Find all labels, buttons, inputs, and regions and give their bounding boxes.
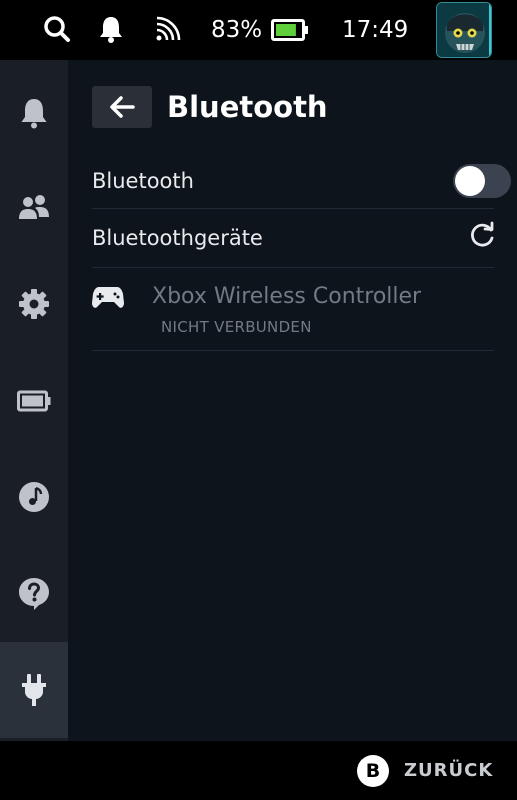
- wifi-icon[interactable]: [152, 14, 182, 44]
- help-icon: [19, 578, 49, 610]
- page-title: Bluetooth: [167, 90, 328, 124]
- arrow-left-icon: [110, 96, 135, 118]
- sidebar-item-battery[interactable]: [0, 353, 68, 449]
- sidebar-item-power[interactable]: [0, 642, 68, 738]
- sidebar-item-friends[interactable]: [0, 160, 68, 256]
- back-label[interactable]: ZURÜCK: [404, 759, 493, 783]
- bluetooth-devices-row: Bluetoothgeräte: [92, 209, 494, 268]
- sidebar-item-help[interactable]: [0, 545, 68, 641]
- clock: 17:49: [342, 17, 409, 43]
- search-icon[interactable]: [42, 14, 72, 44]
- bluetooth-toggle[interactable]: [453, 164, 511, 198]
- device-name: Xbox Wireless Controller: [152, 284, 422, 309]
- gear-icon: [19, 289, 49, 319]
- refresh-icon[interactable]: [468, 221, 496, 249]
- sidebar: [0, 60, 68, 741]
- sidebar-item-music[interactable]: [0, 449, 68, 545]
- battery-percent: 83%: [211, 17, 263, 43]
- friends-icon: [19, 195, 49, 219]
- back-button[interactable]: [92, 86, 152, 128]
- sidebar-item-notifications[interactable]: [0, 65, 68, 161]
- avatar[interactable]: [436, 2, 492, 58]
- bluetooth-devices-label: Bluetoothgeräte: [92, 226, 263, 250]
- battery-icon: [17, 390, 51, 412]
- bluetooth-toggle-row[interactable]: Bluetooth: [92, 152, 494, 209]
- b-button-icon[interactable]: B: [357, 755, 389, 787]
- bell-icon[interactable]: [96, 14, 126, 44]
- footer-bar: B ZURÜCK: [0, 741, 517, 800]
- status-bar: 83% 17:49: [0, 0, 517, 60]
- bluetooth-label: Bluetooth: [92, 169, 194, 193]
- music-icon: [19, 482, 49, 512]
- plug-icon: [22, 674, 46, 706]
- sidebar-item-settings[interactable]: [0, 256, 68, 352]
- gamepad-icon: [92, 287, 124, 308]
- bell-icon: [21, 99, 47, 129]
- main-panel: Bluetooth Bluetooth Bluetoothgeräte Xbox…: [68, 60, 517, 741]
- toggle-knob: [455, 166, 485, 196]
- device-status: NICHT VERBUNDEN: [161, 318, 312, 336]
- battery-icon[interactable]: [271, 19, 309, 41]
